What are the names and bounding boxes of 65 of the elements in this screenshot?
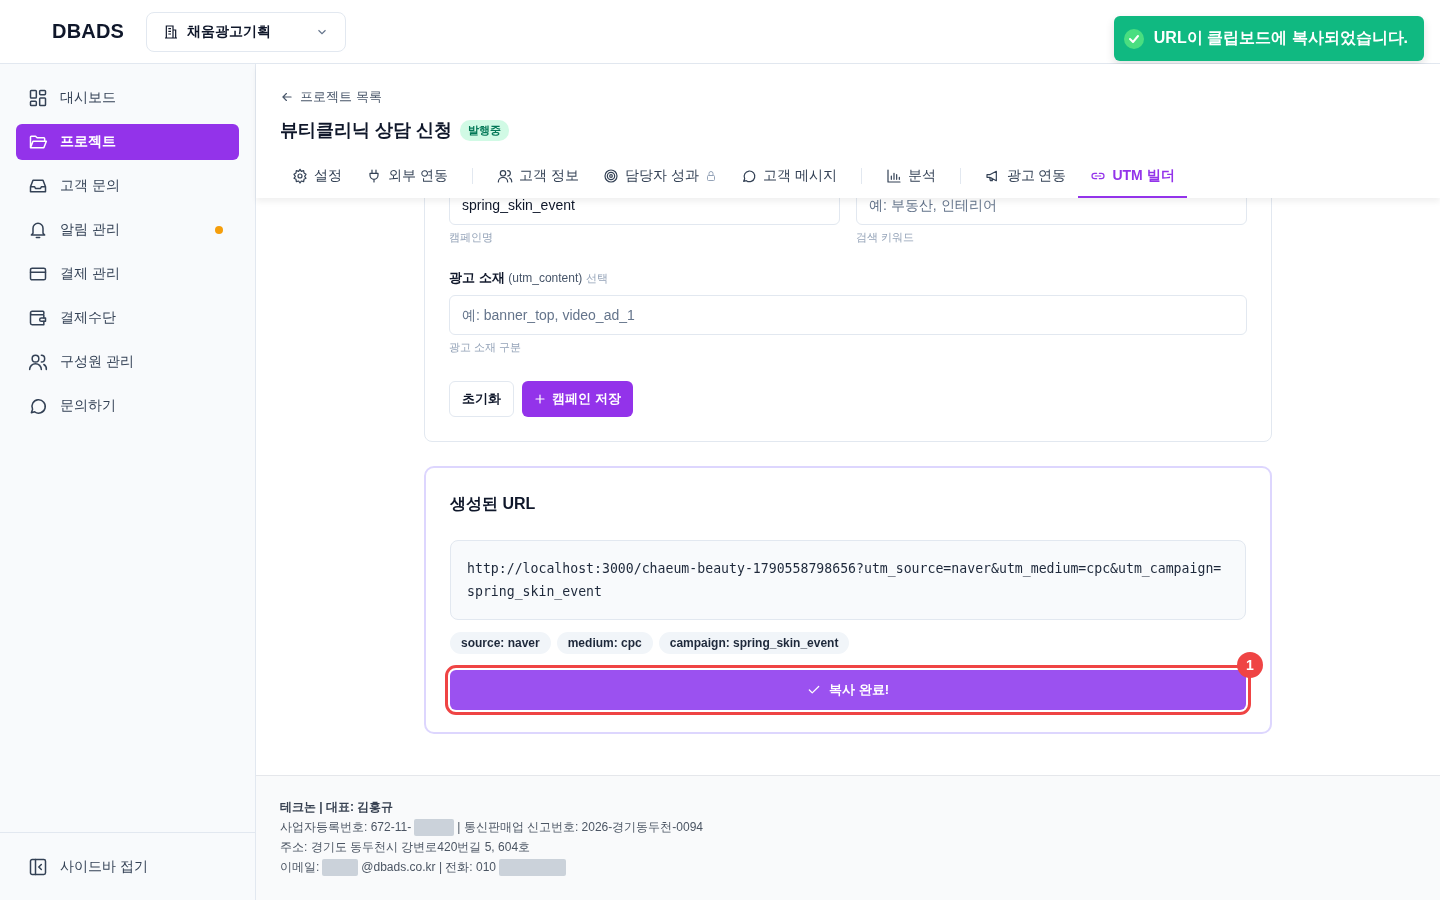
parameter-tag: source: naver bbox=[450, 632, 551, 654]
tab[interactable]: 고객 정보 bbox=[484, 156, 591, 198]
collapse-sidebar-icon bbox=[28, 857, 48, 877]
notification-dot bbox=[215, 226, 223, 234]
footer-text: 테크논 | 대표: 김홍규 bbox=[280, 799, 394, 816]
helper-text: 캠페인명 bbox=[449, 230, 494, 245]
users-icon bbox=[28, 352, 48, 372]
target-icon bbox=[602, 168, 619, 184]
tab[interactable]: 설정 bbox=[280, 156, 354, 198]
status-badge: 발행중 bbox=[460, 119, 509, 141]
url-text: http://localhost:3000/chaeum-beauty-1790558798656?utm_source=naver&utm_medium=cpc&utm_campaign=spring_skin_event bbox=[450, 540, 1246, 620]
back-link[interactable]: 프로젝트 목록 bbox=[280, 88, 382, 106]
sidebar-item[interactable]: 고객 문의 bbox=[16, 168, 239, 204]
input-field[interactable]: spring_skin_event bbox=[449, 198, 840, 225]
check-icon bbox=[807, 683, 821, 697]
sidebar-item[interactable]: 알림 관리 bbox=[16, 212, 239, 248]
helper-text: 검색 키워드 bbox=[856, 230, 916, 245]
gear-icon bbox=[292, 168, 308, 184]
parameter-tag: campaign: spring_skin_event bbox=[658, 632, 850, 654]
footer-text: @dbads.co.kr | 전화: 010 bbox=[361, 859, 497, 876]
chat-icon bbox=[28, 396, 48, 416]
page-title: 뷰티클리닉 상담 신청 bbox=[280, 119, 452, 142]
collapse-sidebar-button[interactable]: 사이드바 접기 bbox=[16, 849, 239, 885]
footer-text: 사업자등록번호: 672-11- bbox=[280, 819, 412, 836]
folder-icon bbox=[28, 132, 48, 152]
tab[interactable]: 담당자 성과 bbox=[590, 156, 729, 198]
parameter-tag: medium: cpc bbox=[556, 632, 653, 654]
input-field[interactable]: 예: banner_top, video_ad_1 bbox=[449, 295, 1247, 335]
helper-text: 광고 소재 구분 bbox=[449, 340, 523, 355]
arrow-left-icon bbox=[280, 90, 294, 104]
plug-icon bbox=[366, 168, 382, 184]
marker-badge: 1 bbox=[1237, 652, 1263, 678]
input-field[interactable]: 예: 부동산, 인테리어 bbox=[856, 198, 1247, 225]
footer-text: 주소: 경기도 동두천시 강변로420번길 5, 604호 bbox=[280, 839, 531, 856]
bell-icon bbox=[28, 220, 48, 240]
building-icon bbox=[163, 23, 179, 40]
lock-icon bbox=[704, 170, 717, 182]
chart-icon bbox=[885, 168, 902, 184]
field-label: 광고 소재 (utm_content) 선택 bbox=[449, 269, 609, 287]
reset-button[interactable]: 초기화 bbox=[449, 381, 514, 417]
sidebar-item[interactable]: 대시보드 bbox=[16, 80, 239, 116]
check-circle-icon bbox=[1123, 28, 1144, 49]
section-title: 생성된 URL bbox=[450, 494, 537, 514]
redaction-bar bbox=[414, 818, 455, 836]
chat-icon bbox=[740, 168, 757, 184]
redaction-bar bbox=[322, 858, 359, 876]
dashboard-icon bbox=[28, 88, 48, 108]
card-icon bbox=[28, 264, 48, 284]
sidebar-item[interactable]: 문의하기 bbox=[16, 388, 239, 424]
inbox-icon bbox=[28, 176, 48, 196]
footer-text: | 통신판매업 신고번호: 2026-경기동두천-0094 bbox=[457, 819, 703, 836]
tab[interactable]: 광고 연동 bbox=[972, 156, 1079, 198]
save-campaign-button[interactable]: 캠페인 저장 bbox=[522, 381, 633, 417]
users-icon bbox=[496, 168, 513, 184]
plus-icon bbox=[534, 393, 546, 405]
organization-select[interactable]: 채움광고기획 bbox=[146, 11, 346, 52]
sidebar-item[interactable]: 결제 관리 bbox=[16, 256, 239, 292]
sidebar-item[interactable]: 구성원 관리 bbox=[16, 344, 239, 380]
redaction-bar bbox=[499, 858, 567, 876]
logo: DBADS bbox=[52, 20, 122, 43]
footer-text: 이메일: bbox=[280, 859, 320, 876]
sidebar-item[interactable]: 프로젝트 bbox=[16, 124, 239, 160]
wallet-icon bbox=[28, 308, 48, 328]
toast-message: URL이 클립보드에 복사되었습니다. bbox=[1153, 28, 1408, 48]
sidebar-item[interactable]: 결제수단 bbox=[16, 300, 239, 336]
